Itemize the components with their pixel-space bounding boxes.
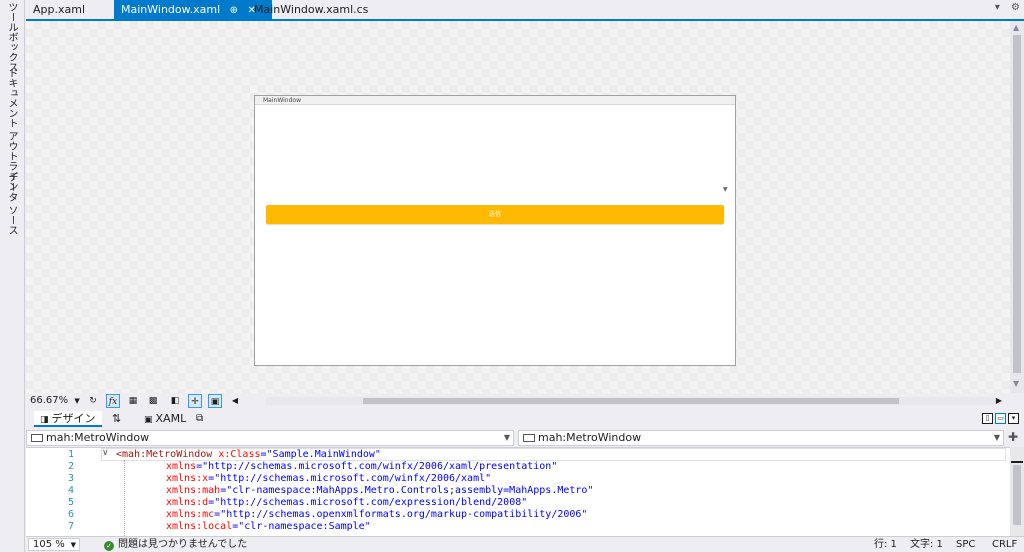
line-number: 7 <box>67 521 74 532</box>
visual-studio-window: ツールボックス ドキュメント アウトライン データ ソース App.xaml M… <box>0 0 1024 552</box>
char-indicator[interactable]: 文字: 1 <box>910 537 943 552</box>
line-number: 6 <box>67 509 74 520</box>
caret-position-marker <box>1011 461 1023 463</box>
code-line: xmlns:mc="http://schemas.openxmlformats.… <box>166 509 588 520</box>
element-member-value: mah:MetroWindow <box>538 431 642 444</box>
editor-status-bar: 105 % ▼ ✓ 問題は見つかりませんでした 行: 1 文字: 1 SPC CR… <box>26 536 1024 552</box>
collapse-pane-icon[interactable]: ▾ <box>1008 413 1019 424</box>
code-line: xmlns:d="http://schemas.microsoft.com/ex… <box>166 497 528 508</box>
tab-mainwindow-xaml-cs[interactable]: MainWindow.xaml.cs <box>247 0 375 19</box>
chevron-down-icon: ▼ <box>70 541 76 549</box>
indent-guide <box>124 460 125 536</box>
line-number: 3 <box>67 473 74 484</box>
zoom-value: 66.67% <box>30 395 69 406</box>
xaml-view-icon: ▣ <box>144 415 153 425</box>
chevron-down-icon: ▼ <box>993 433 1000 442</box>
line-number: 5 <box>67 497 74 508</box>
effects-fx-icon[interactable]: fx <box>106 394 120 408</box>
designer-horizontal-scrollbar[interactable] <box>266 397 996 405</box>
fold-chevron-down-icon[interactable]: ∨ <box>102 448 109 458</box>
xaml-code-editor[interactable]: ∨ 1 2 3 4 5 6 7 <mah:MetroWindow x:Class… <box>26 447 1010 536</box>
data-sources-tab[interactable]: データ ソース <box>4 172 18 235</box>
spacing-indicator[interactable]: SPC <box>956 537 975 552</box>
document-tab-bar: App.xaml MainWindow.xaml ⊕ ✕ MainWindow.… <box>26 0 1024 19</box>
element-type-select[interactable]: mah:MetroWindow ▼ <box>26 430 514 446</box>
designer-toolbar: 66.67% ▼ ↻ fx ▦ ▩ ◧ ✛ ▣ ◀ ▶ <box>26 393 1024 409</box>
element-icon <box>31 434 43 442</box>
element-navigation-bar: mah:MetroWindow ▼ mah:MetroWindow ▼ ✚ <box>26 429 1024 447</box>
code-line: xmlns:x="http://schemas.microsoft.com/wi… <box>166 473 492 484</box>
scroll-left-icon[interactable]: ◀ <box>228 394 242 408</box>
issues-text: 問題は見つかりませんでした <box>118 539 248 550</box>
element-type-value: mah:MetroWindow <box>46 431 150 444</box>
combo-dropdown-icon[interactable]: ▼ <box>723 186 728 193</box>
editor-zoom-select[interactable]: 105 % ▼ <box>28 538 80 551</box>
line-number: 4 <box>67 485 74 496</box>
line-number: 2 <box>67 461 74 472</box>
tab-label: MainWindow.xaml <box>121 3 221 16</box>
tab-label: App.xaml <box>33 3 86 16</box>
chevron-down-icon: ▼ <box>74 397 80 405</box>
tab-label: MainWindow.xaml.cs <box>254 3 369 16</box>
swap-panes-button[interactable]: ⇅ <box>112 411 121 427</box>
code-line: xmlns:local="clr-namespace:Sample" <box>166 521 371 532</box>
submit-button[interactable]: 送信 <box>266 205 724 224</box>
left-tool-rail: ツールボックス ドキュメント アウトライン データ ソース <box>0 0 25 552</box>
device-preview-icon[interactable]: ▣ <box>208 394 222 408</box>
preview-window-title: MainWindow <box>255 96 735 105</box>
grid-icon[interactable]: ▦ <box>126 394 140 408</box>
tab-design-label: デザイン <box>51 412 96 425</box>
tab-xaml-label: XAML <box>155 412 187 425</box>
zoom-select[interactable]: 66.67% ▼ <box>30 394 80 408</box>
code-line: xmlns="http://schemas.microsoft.com/winf… <box>166 461 558 472</box>
scroll-thumb[interactable] <box>363 398 899 404</box>
pin-icon[interactable]: ⊕ <box>230 1 238 20</box>
tab-list-dropdown-icon[interactable]: ▾ <box>995 2 1000 13</box>
tab-app-xaml[interactable]: App.xaml <box>26 0 114 19</box>
horizontal-split-icon[interactable]: ▭ <box>995 413 1006 424</box>
scroll-thumb[interactable] <box>1013 35 1021 373</box>
background-toggle-icon[interactable]: ◧ <box>168 394 182 408</box>
chevron-down-icon: ▼ <box>503 433 510 442</box>
scroll-up-icon[interactable]: ▲ <box>1013 23 1019 32</box>
design-preview-window[interactable]: MainWindow ▼ 送信 <box>254 95 736 366</box>
element-member-select[interactable]: mah:MetroWindow ▼ <box>518 430 1004 446</box>
snap-lines-icon[interactable]: ✛ <box>188 394 202 408</box>
editor-zoom-value: 105 % <box>33 539 65 550</box>
tab-design[interactable]: ◨ デザイン <box>34 411 102 427</box>
design-view-icon: ◨ <box>40 415 49 425</box>
scroll-thumb[interactable] <box>1013 465 1021 525</box>
scroll-down-icon[interactable]: ▼ <box>1013 379 1019 388</box>
element-icon <box>523 434 535 442</box>
gear-icon[interactable]: ⚙ <box>1011 2 1020 13</box>
scroll-right-icon[interactable]: ▶ <box>992 394 1006 408</box>
split-add-icon[interactable]: ✚ <box>1008 430 1018 444</box>
vertical-split-icon[interactable]: ▯ <box>982 413 993 424</box>
tab-xaml[interactable]: ▣ XAML <box>144 411 186 427</box>
issues-indicator[interactable]: ✓ 問題は見つかりませんでした <box>104 537 247 552</box>
check-circle-icon: ✓ <box>104 541 114 551</box>
code-line: <mah:MetroWindow x:Class="Sample.MainWin… <box>116 449 381 460</box>
line-indicator[interactable]: 行: 1 <box>874 537 897 552</box>
line-ending-indicator[interactable]: CRLF <box>992 537 1017 552</box>
code-line: xmlns:mah="clr-namespace:MahApps.Metro.C… <box>166 485 594 496</box>
toolbox-tab[interactable]: ツールボックス <box>4 2 18 72</box>
refresh-icon[interactable]: ↻ <box>86 394 100 408</box>
editor-vertical-scrollbar[interactable] <box>1010 447 1024 536</box>
line-number: 1 <box>67 449 74 460</box>
view-switch-bar: ◨ デザイン ⇅ ▣ XAML ⧉ ▯ ▭ ▾ <box>26 409 1024 429</box>
popout-xaml-icon[interactable]: ⧉ <box>196 411 203 427</box>
snap-grid-icon[interactable]: ▩ <box>146 394 160 408</box>
designer-vertical-scrollbar[interactable]: ▲ ▼ <box>1010 21 1024 393</box>
